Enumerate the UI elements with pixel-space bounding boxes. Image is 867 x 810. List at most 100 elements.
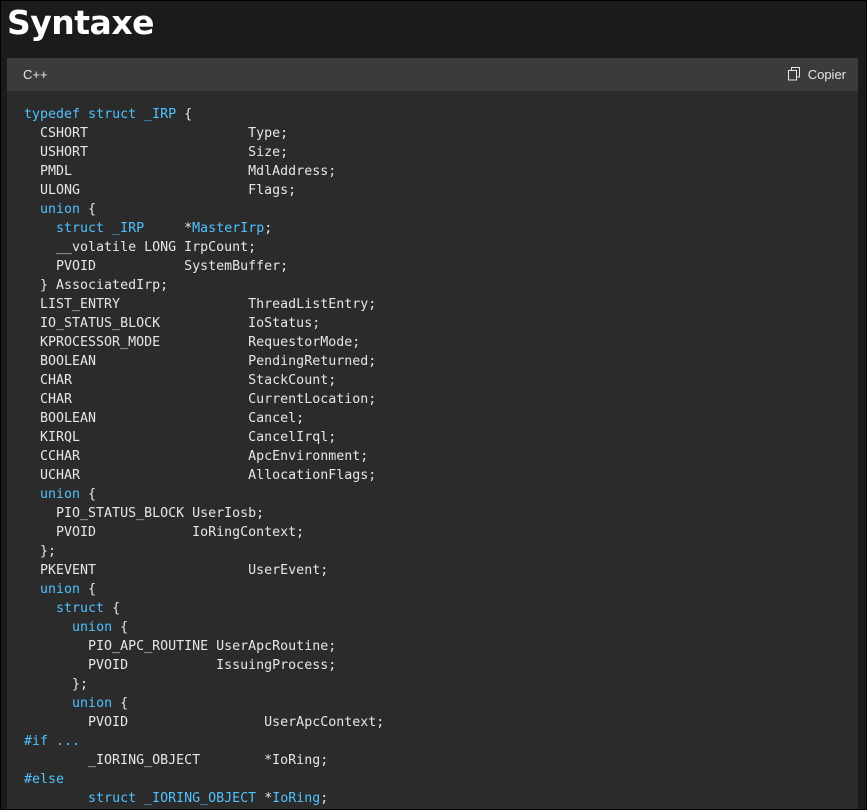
code-text: { — [80, 582, 97, 597]
code-language-label: C++ — [23, 67, 48, 82]
code-identifier: _IRP — [144, 107, 177, 122]
code-line: PVOID SystemBuffer; — [24, 259, 288, 274]
code-text: UCHAR AllocationFlags; — [24, 468, 377, 483]
code-keyword: union — [72, 620, 113, 635]
code-text: PMDL MdlAddress; — [24, 164, 337, 179]
code-text: CCHAR ApcEnvironment; — [24, 449, 369, 464]
code-text: { — [112, 620, 129, 635]
code-line: PMDL MdlAddress; — [24, 164, 336, 179]
code-text: PVOID IoRingContext; — [24, 525, 305, 540]
code-line: IO_STATUS_BLOCK IoStatus; — [24, 316, 320, 331]
code-text: _IORING_OBJECT *IoRing; — [24, 753, 329, 768]
code-text: BOOLEAN Cancel; — [24, 411, 305, 426]
code-line: }; — [24, 544, 56, 559]
code-text: USHORT Size; — [24, 145, 289, 160]
code-block-header: C++ Copier — [7, 58, 858, 91]
code-keyword: typedef — [24, 107, 81, 122]
code-line: KIRQL CancelIrql; — [24, 430, 336, 445]
code-line: CCHAR ApcEnvironment; — [24, 449, 368, 464]
code-line: __volatile LONG IrpCount; — [24, 240, 256, 255]
code-text: }; — [24, 544, 57, 559]
code-text: * — [144, 221, 193, 236]
code-line: union { — [24, 620, 128, 635]
code-line: } AssociatedIrp; — [24, 278, 168, 293]
copy-icon — [787, 67, 802, 81]
code-line: BOOLEAN Cancel; — [24, 411, 304, 426]
code-line: union { — [24, 202, 96, 217]
code-line: PVOID UserApcContext; — [24, 715, 384, 730]
code-line: CHAR StackCount; — [24, 373, 336, 388]
code-text: PVOID UserApcContext; — [24, 715, 385, 730]
code-text: { — [80, 202, 97, 217]
code-text: ULONG Flags; — [24, 183, 297, 198]
code-identifier: _IORING_OBJECT — [144, 791, 257, 806]
code-identifier: IoRing — [272, 791, 321, 806]
code-text: __volatile LONG IrpCount; — [24, 240, 257, 255]
code-text: } AssociatedIrp; — [24, 278, 169, 293]
copy-button-label: Copier — [807, 66, 846, 82]
code-text: IO_STATUS_BLOCK IoStatus; — [24, 316, 321, 331]
code-text: PIO_STATUS_BLOCK UserIosb; — [24, 506, 265, 521]
code-text: { — [176, 107, 193, 122]
docs-page: Syntaxe C++ Copier typedef struct _IRP {… — [0, 0, 867, 810]
code-line: union { — [24, 696, 128, 711]
code-keyword: union — [40, 202, 81, 217]
code-line: typedef struct _IRP { — [24, 107, 192, 122]
code-keyword: union — [40, 582, 81, 597]
code-identifier: MasterIrp — [192, 221, 265, 236]
code-line: struct _IORING_OBJECT *IoRing; — [24, 791, 328, 806]
code-keyword: struct — [56, 221, 105, 236]
code-line: UCHAR AllocationFlags; — [24, 468, 376, 483]
section-heading: Syntaxe — [7, 3, 154, 42]
code-text: * — [256, 791, 273, 806]
code-keyword: struct — [88, 107, 137, 122]
code-text: PVOID IssuingProcess; — [24, 658, 337, 673]
code-line: #else — [24, 772, 64, 787]
code-text: CHAR CurrentLocation; — [24, 392, 377, 407]
copy-button[interactable]: Copier — [787, 64, 846, 84]
code-line: PIO_APC_ROUTINE UserApcRoutine; — [24, 639, 336, 654]
code-keyword: #else — [24, 772, 65, 787]
code-text: { — [104, 601, 121, 616]
code-line: KPROCESSOR_MODE RequestorMode; — [24, 335, 360, 350]
code-line: union { — [24, 582, 96, 597]
code-text: }; — [24, 677, 89, 692]
code-line: struct { — [24, 601, 120, 616]
code-line: struct _IRP *MasterIrp; — [24, 221, 272, 236]
code-line: BOOLEAN PendingReturned; — [24, 354, 376, 369]
code-line: LIST_ENTRY ThreadListEntry; — [24, 297, 376, 312]
code-line: PIO_STATUS_BLOCK UserIosb; — [24, 506, 264, 521]
code-text: PVOID SystemBuffer; — [24, 259, 289, 274]
code-text: { — [80, 487, 97, 502]
code-text: KIRQL CancelIrql; — [24, 430, 337, 445]
code-content: typedef struct _IRP { CSHORT Type; USHOR… — [24, 105, 384, 808]
code-identifier: _IRP — [112, 221, 145, 236]
code-keyword: union — [72, 696, 113, 711]
code-line: PVOID IssuingProcess; — [24, 658, 336, 673]
code-keyword: struct — [56, 601, 105, 616]
code-text: BOOLEAN PendingReturned; — [24, 354, 377, 369]
code-text: PIO_APC_ROUTINE UserApcRoutine; — [24, 639, 337, 654]
code-keyword: union — [40, 487, 81, 502]
code-text: CHAR StackCount; — [24, 373, 337, 388]
code-line: PVOID IoRingContext; — [24, 525, 304, 540]
code-line: ULONG Flags; — [24, 183, 296, 198]
code-line: }; — [24, 677, 88, 692]
code-line: USHORT Size; — [24, 145, 288, 160]
code-line: _IORING_OBJECT *IoRing; — [24, 753, 328, 768]
code-text: LIST_ENTRY ThreadListEntry; — [24, 297, 377, 312]
code-text: ; — [320, 791, 329, 806]
code-text: { — [112, 696, 129, 711]
